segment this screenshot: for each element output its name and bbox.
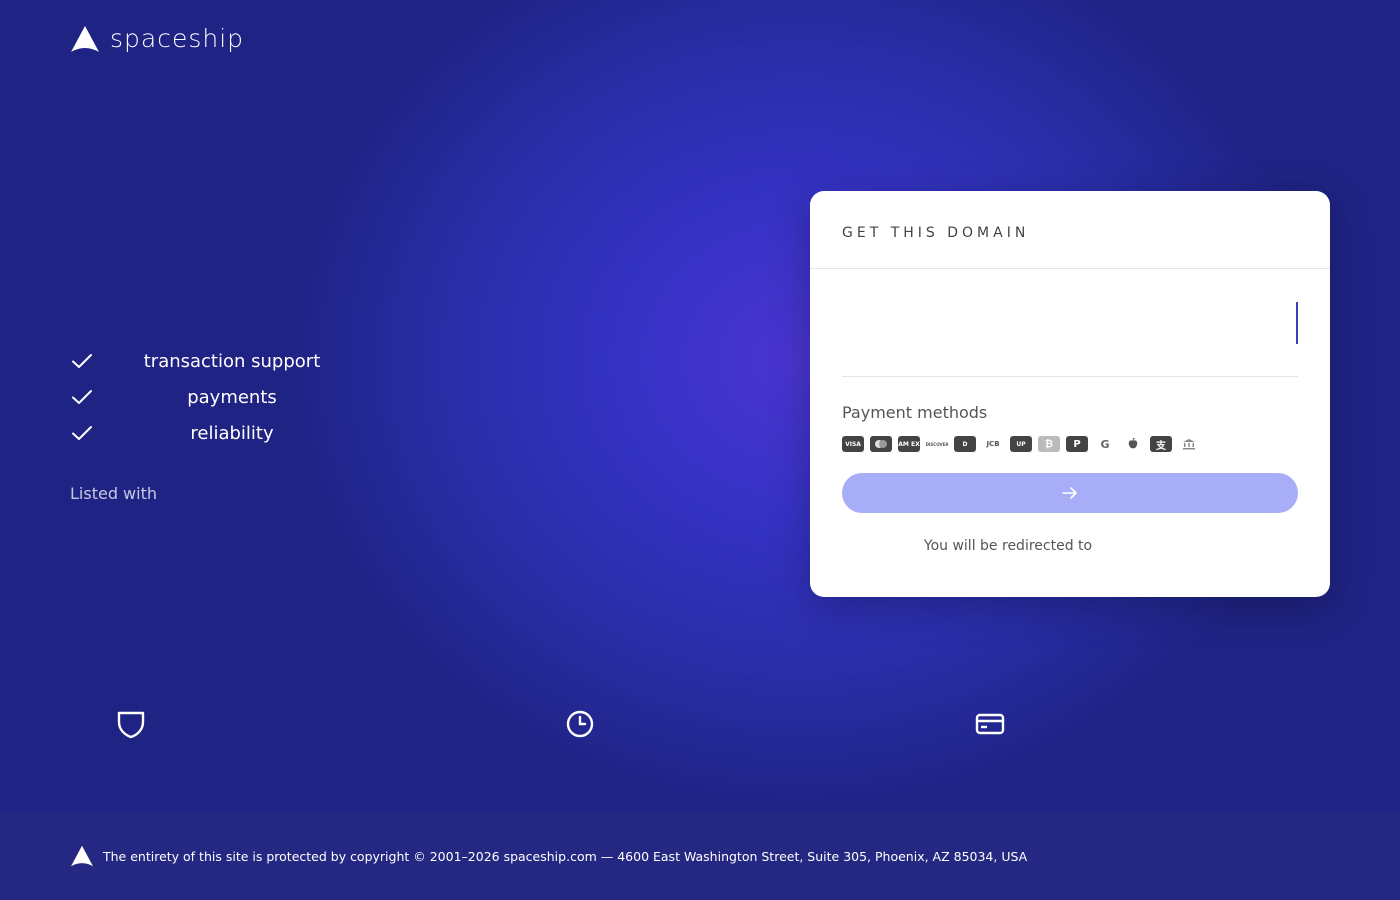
- bank-transfer-icon: [1178, 436, 1200, 452]
- price-area: [842, 269, 1298, 377]
- unionpay-icon: UP: [1010, 436, 1032, 452]
- credit-card-icon: [975, 713, 1005, 735]
- brand-logo[interactable]: spaceship: [70, 24, 244, 53]
- feature-item: reliability: [70, 415, 370, 451]
- spaceship-logo-icon: [71, 25, 99, 52]
- mastercard-icon: [870, 436, 892, 452]
- feature-label: payments: [187, 386, 277, 408]
- buy-button[interactable]: [842, 473, 1298, 513]
- brand-name: spaceship: [110, 24, 245, 53]
- listed-with-text: Listed with: [70, 484, 157, 503]
- card-title: GET THIS DOMAIN: [842, 225, 1030, 241]
- payment-methods-label: Payment methods: [842, 403, 988, 422]
- bitcoin-icon: ₿: [1038, 436, 1060, 452]
- payment-methods-list: VISA AM EX DISCOVER D JCB UP ₿ P G 支: [842, 436, 1298, 452]
- card-header: GET THIS DOMAIN: [810, 191, 1330, 269]
- jcb-icon: JCB: [986, 440, 1000, 448]
- redirect-text: You will be redirected to: [923, 538, 1093, 554]
- feature-item: transaction support: [70, 343, 370, 379]
- check-icon: [72, 354, 92, 368]
- visa-icon: VISA: [842, 436, 864, 452]
- paypal-icon: P: [1066, 436, 1088, 452]
- shield-icon: [117, 711, 145, 739]
- text-cursor: [1296, 302, 1298, 344]
- clock-icon: [566, 710, 594, 738]
- check-icon: [72, 426, 92, 440]
- arrow-right-icon: [1062, 487, 1077, 499]
- google-pay-icon: G: [1100, 437, 1110, 451]
- feature-label: reliability: [190, 422, 274, 444]
- footer: The entirety of this site is protected b…: [0, 812, 1400, 900]
- copyright-text: The entirety of this site is protected b…: [103, 848, 1028, 864]
- discover-icon: DISCOVER: [925, 441, 949, 447]
- spaceship-logo-icon: [71, 845, 93, 867]
- alipay-icon: 支: [1150, 436, 1172, 452]
- apple-pay-icon: [1122, 436, 1144, 452]
- diners-club-icon: D: [954, 436, 976, 452]
- amex-icon: AM EX: [898, 436, 920, 452]
- feature-label: transaction support: [143, 350, 321, 372]
- check-icon: [72, 390, 92, 404]
- feature-list: transaction support payments reliability: [70, 343, 370, 451]
- get-domain-card: GET THIS DOMAIN Payment methods VISA AM …: [810, 191, 1330, 597]
- feature-item: payments: [70, 379, 370, 415]
